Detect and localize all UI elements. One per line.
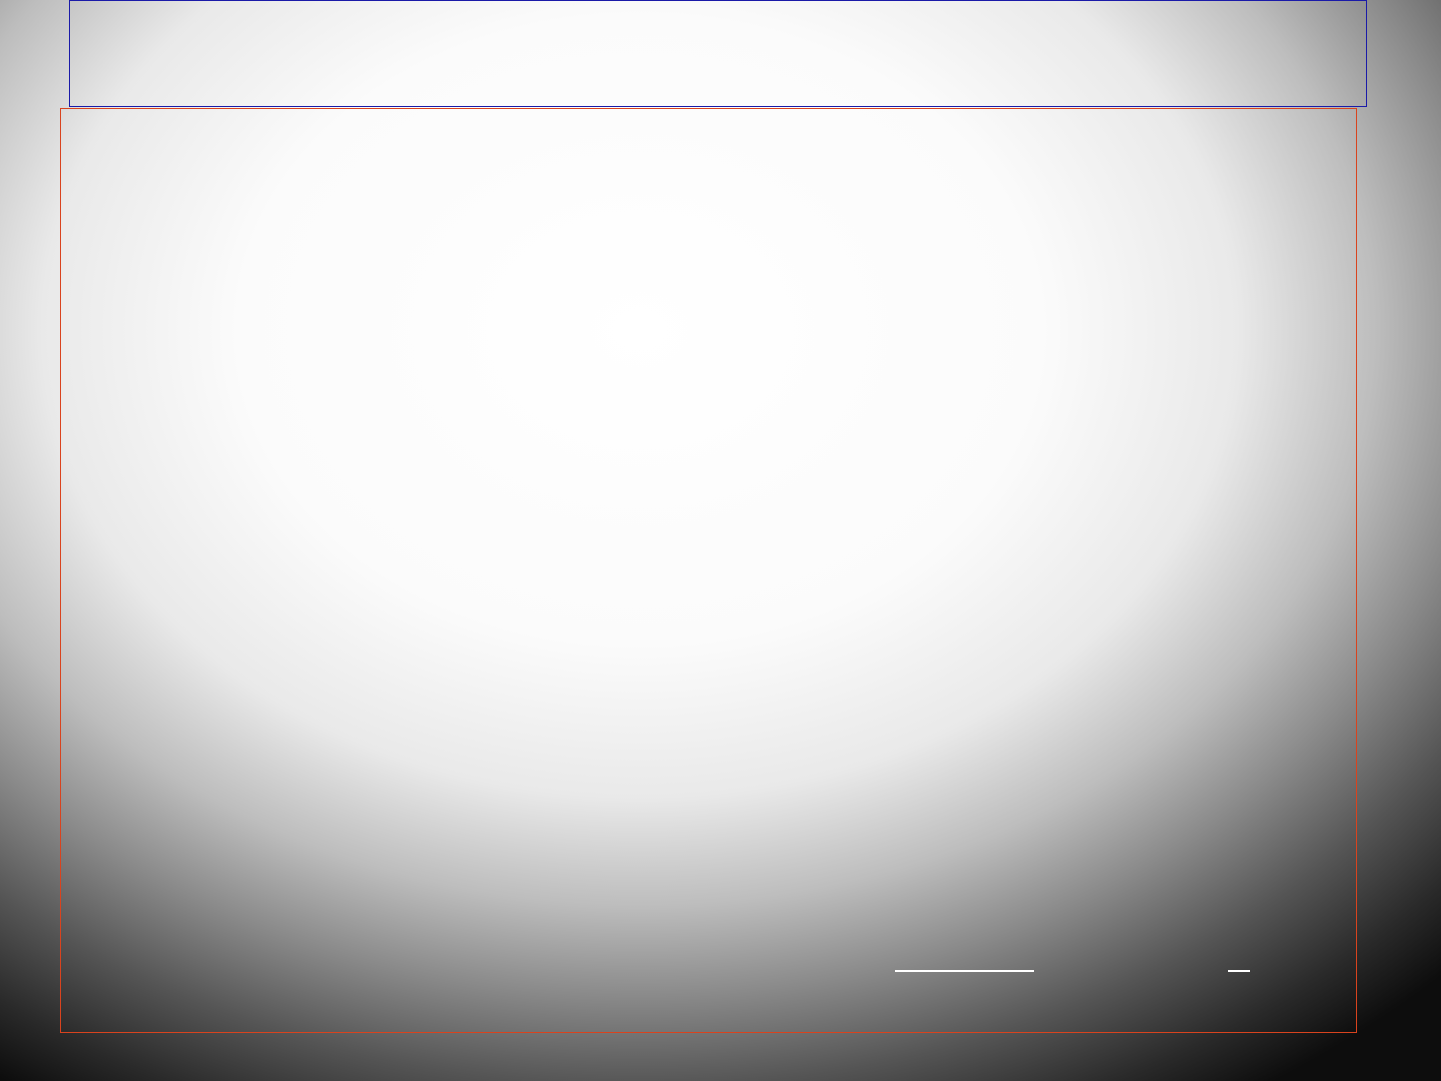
footer-slide-number-field (1228, 970, 1250, 972)
content-placeholder[interactable] (60, 108, 1357, 1033)
slide-canvas (0, 0, 1441, 1081)
title-placeholder[interactable] (69, 0, 1367, 107)
footer-date-field (895, 970, 1034, 972)
